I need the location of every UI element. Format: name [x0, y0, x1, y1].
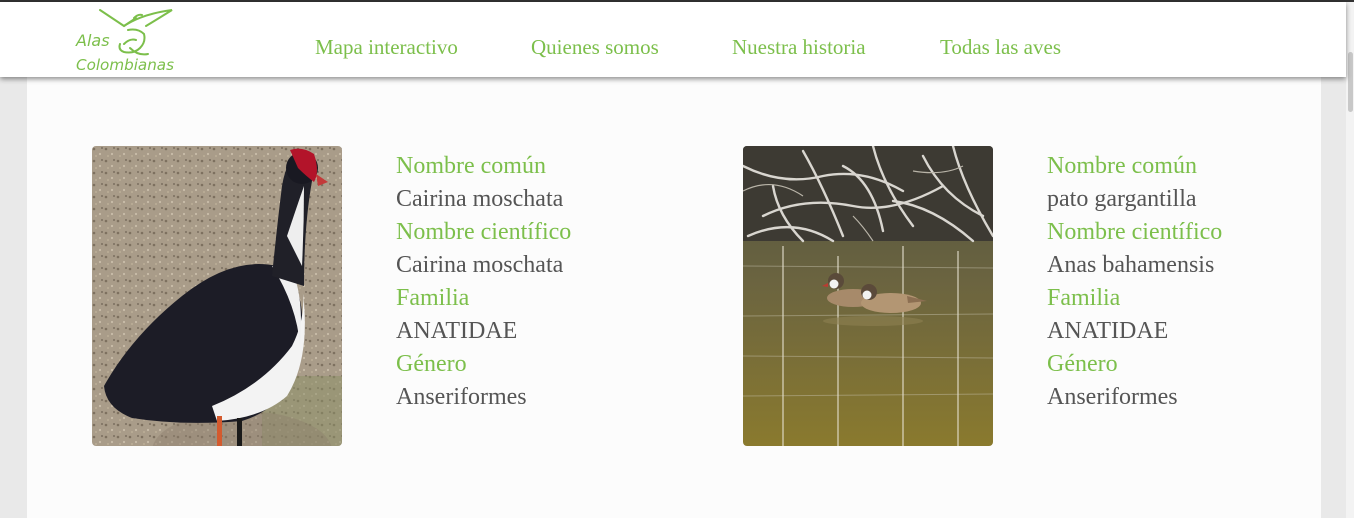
label-scientific-name: Nombre científico: [396, 219, 572, 245]
white-cheeked-pintail-photo-icon: [743, 146, 993, 446]
label-scientific-name: Nombre científico: [1047, 219, 1223, 245]
label-common-name: Nombre común: [1047, 153, 1197, 179]
value-common-name: Cairina moschata: [396, 186, 564, 212]
alas-colombianas-logo[interactable]: Alas Colombianas: [72, 4, 182, 74]
birds-panel: Nombre común Cairina moschata Nombre cie…: [27, 77, 1321, 518]
label-common-name: Nombre común: [396, 153, 546, 179]
label-family: Familia: [1047, 285, 1121, 311]
page-scrollbar[interactable]: [1346, 2, 1354, 518]
value-genus: Anseriformes: [1047, 384, 1178, 410]
nav-todas-las-aves[interactable]: Todas las aves: [940, 35, 1061, 60]
logo-text-colombianas: Colombianas: [76, 56, 174, 74]
bird-card-2-info: Nombre común pato gargantilla Nombre cie…: [1047, 150, 1222, 414]
nav-quienes-somos[interactable]: Quienes somos: [531, 35, 659, 60]
value-common-name: pato gargantilla: [1047, 186, 1197, 212]
muscovy-duck-photo-icon: [92, 146, 342, 446]
value-scientific-name: Anas bahamensis: [1047, 252, 1215, 278]
logo-text-alas: Alas: [75, 31, 110, 50]
top-navbar: Alas Colombianas Mapa interactivo Quiene…: [0, 2, 1346, 77]
bird-card-2-image[interactable]: [743, 146, 993, 446]
value-genus: Anseriformes: [396, 384, 527, 410]
value-family: ANATIDAE: [396, 318, 518, 344]
value-family: ANATIDAE: [1047, 318, 1169, 344]
bird-card-1-image[interactable]: [92, 146, 342, 446]
label-genus: Género: [1047, 351, 1118, 377]
bird-card-1-info: Nombre común Cairina moschata Nombre cie…: [396, 150, 571, 414]
label-family: Familia: [396, 285, 470, 311]
nav-mapa-interactivo[interactable]: Mapa interactivo: [315, 35, 458, 60]
label-genus: Género: [396, 351, 467, 377]
nav-nuestra-historia[interactable]: Nuestra historia: [732, 35, 866, 60]
scrollbar-thumb[interactable]: [1348, 52, 1353, 112]
bird-logo-icon: Alas Colombianas: [75, 9, 174, 74]
value-scientific-name: Cairina moschata: [396, 252, 564, 278]
